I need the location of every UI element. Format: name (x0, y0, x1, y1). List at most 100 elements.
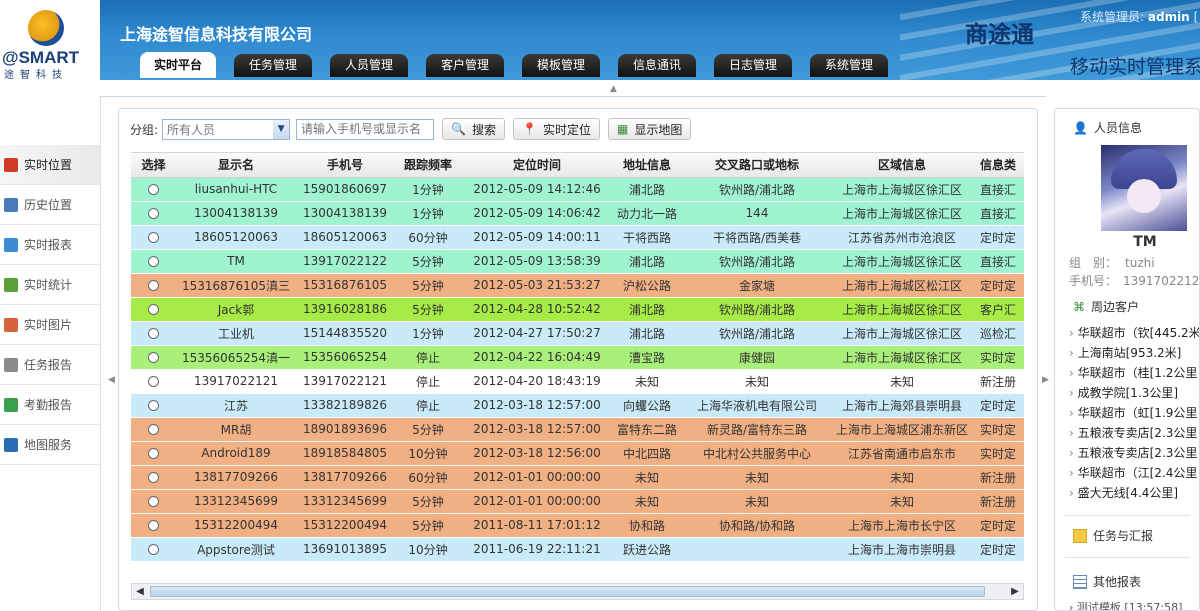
column-header[interactable]: 显示名 (176, 153, 296, 178)
nearby-item-label: 盛大无线[4.4公里] (1077, 486, 1179, 500)
nav-tab[interactable]: 模板管理 (522, 54, 601, 77)
table-row[interactable]: 18605120063 18605120063 60分钟 2012-05-09 14:… (131, 225, 1024, 250)
row-radio[interactable] (148, 304, 159, 315)
search-button-label: 搜索 (472, 122, 497, 137)
column-header[interactable]: 选择 (131, 153, 176, 178)
table-cell: 钦州路/浦北路 (682, 321, 832, 346)
table-cell: 上海市上海市崇明县 (832, 537, 972, 562)
table-cell: 2012-05-09 14:00:11 (462, 225, 612, 250)
table-row[interactable]: 江苏 13382189826 停止 2012-03-18 12:57:00 向蠼公路 上海… (131, 393, 1024, 418)
table-row[interactable]: 13004138139 13004138139 1分钟 2012-05-09 14:0… (131, 201, 1024, 226)
nearby-item[interactable]: › 成教学院[1.3公里] (1069, 383, 1199, 403)
nav-tab[interactable]: 实时平台 (140, 52, 217, 78)
table-cell: 停止 (394, 393, 462, 418)
row-radio[interactable] (148, 280, 159, 291)
column-header[interactable]: 信息类 (972, 153, 1024, 178)
table-cell: 144 (682, 201, 832, 226)
nearby-item[interactable]: › 华联超市（桂[1.2公里 (1069, 363, 1199, 383)
row-radio[interactable] (148, 472, 159, 483)
row-radio[interactable] (148, 544, 159, 555)
show-map-button[interactable]: ▦ 显示地图 (607, 118, 692, 140)
row-radio[interactable] (148, 352, 159, 363)
sidebar-item[interactable]: 实时图片 (0, 305, 100, 345)
table-cell: TM (176, 249, 296, 274)
nearby-item[interactable]: › 上海南站[953.2米] (1069, 343, 1199, 363)
horizontal-scrollbar[interactable]: ◀ ▶ (131, 583, 1024, 600)
table-row[interactable]: 13817709266 13817709266 60分钟 2012-01-01 00:… (131, 465, 1024, 490)
nav-tab[interactable]: 日志管理 (714, 54, 793, 77)
row-radio[interactable] (148, 520, 159, 531)
nearby-item[interactable]: › 五粮液专卖店[2.3公里 (1069, 423, 1199, 443)
row-radio[interactable] (148, 400, 159, 411)
column-header[interactable]: 手机号 (296, 153, 394, 178)
nav-tab[interactable]: 任务管理 (234, 54, 313, 77)
column-header[interactable]: 跟踪频率 (394, 153, 462, 178)
search-input[interactable] (296, 118, 435, 140)
brand-subtitle: 移动实时管理系 (1070, 56, 1200, 78)
tasks-header[interactable]: 任务与汇报 (1073, 527, 1153, 544)
table-cell: 浦北路 (612, 177, 682, 202)
sidebar-item[interactable]: 考勤报告 (0, 385, 100, 425)
row-radio[interactable] (148, 256, 159, 267)
sidebar-item[interactable]: 地图服务 (0, 425, 100, 465)
row-radio[interactable] (148, 448, 159, 459)
chevron-down-icon[interactable]: ▼ (273, 119, 290, 139)
nav-tab[interactable]: 客户管理 (426, 54, 505, 77)
nearby-item[interactable]: › 五粮液专卖店[2.3公里 (1069, 443, 1199, 463)
column-header[interactable]: 定位时间 (462, 153, 612, 178)
row-radio[interactable] (148, 328, 159, 339)
table-row[interactable]: MR胡 18901893696 5分钟 2012-03-18 12:57:00 富特东二… (131, 417, 1024, 442)
group-select[interactable]: 所有人员 ▼ (162, 118, 291, 140)
scroll-right-icon[interactable]: ▶ (1007, 584, 1023, 599)
row-radio[interactable] (148, 184, 159, 195)
table-row[interactable]: 13917022121 13917022121 停止 2012-04-20 18:43… (131, 369, 1024, 394)
nearby-item[interactable]: › 华联超市（钦[445.2米 (1069, 323, 1199, 343)
column-header[interactable]: 地址信息 (612, 153, 682, 178)
collapse-up-icon[interactable]: ▲ (610, 84, 617, 94)
scrollbar-thumb[interactable] (150, 586, 985, 597)
report-item[interactable]: › 测试模板 [13:57:58] (1069, 599, 1182, 610)
table-row[interactable]: 13312345699 13312345699 5分钟 2012-01-01 00:0… (131, 489, 1024, 514)
other-reports-header[interactable]: 其他报表 (1073, 573, 1141, 590)
nearby-item[interactable]: › 盛大无线[4.4公里] (1069, 483, 1199, 503)
row-radio[interactable] (148, 376, 159, 387)
row-radio[interactable] (148, 496, 159, 507)
column-header[interactable]: 交叉路口或地标 (682, 153, 832, 178)
table-row[interactable]: Android189 18918584805 10分钟 2012-03-18 12:5… (131, 441, 1024, 466)
collapse-right-icon[interactable]: ▶ (1042, 375, 1049, 385)
nearby-item[interactable]: › 华联超市（江[2.4公里 (1069, 463, 1199, 483)
chevron-right-icon: › (1069, 366, 1078, 380)
nav-tab[interactable]: 信息通讯 (618, 54, 697, 77)
row-radio[interactable] (148, 232, 159, 243)
table-row[interactable]: Appstore测试 13691013895 10分钟 2011-06-19 22:1… (131, 537, 1024, 562)
table-row[interactable]: TM 13917022122 5分钟 2012-05-09 13:58:39 浦北路 钦州… (131, 249, 1024, 274)
admin-user[interactable]: admin (1148, 10, 1190, 24)
scroll-left-icon[interactable]: ◀ (132, 584, 148, 599)
table-row[interactable]: 15312200494 15312200494 5分钟 2011-08-11 17:0… (131, 513, 1024, 538)
search-button[interactable]: 🔍 搜索 (442, 118, 506, 140)
locate-button[interactable]: 📍 实时定位 (513, 118, 600, 140)
sidebar-item[interactable]: 任务报告 (0, 345, 100, 385)
row-radio[interactable] (148, 208, 159, 219)
table-row[interactable]: Jack郭 13916028186 5分钟 2012-04-28 10:52:42 浦北… (131, 297, 1024, 322)
table-cell: 2012-05-09 14:06:42 (462, 201, 612, 226)
nearby-item[interactable]: › 华联超市（虹[1.9公里 (1069, 403, 1199, 423)
nav-tab[interactable]: 人员管理 (330, 54, 409, 77)
collapse-left-icon[interactable]: ◀ (108, 375, 115, 385)
nearby-item-label: 五粮液专卖店[2.3公里 (1077, 426, 1198, 440)
sidebar-item[interactable]: 实时位置 (0, 145, 100, 185)
row-radio[interactable] (148, 424, 159, 435)
sidebar-item[interactable]: 实时报表 (0, 225, 100, 265)
sidebar-item[interactable]: 历史位置 (0, 185, 100, 225)
table-row[interactable]: 工业机 15144835520 1分钟 2012-04-27 17:50:27 浦北路钦… (131, 321, 1024, 346)
table-cell: 未知 (612, 369, 682, 394)
sidebar-item[interactable]: 实时统计 (0, 265, 100, 305)
table-row[interactable]: 15356065254滇一 15356065254 停止 2012-04-22 16:… (131, 345, 1024, 370)
table-cell: 向蠼公路 (612, 393, 682, 418)
table-row[interactable]: liusanhui-HTC 15901860697 1分钟 2012-05-09 14… (131, 177, 1024, 202)
table-row[interactable]: 15316876105滇三 15316876105 5分钟 2012-05-03 21… (131, 273, 1024, 298)
column-header[interactable]: 区域信息 (832, 153, 972, 178)
table-cell: 上海华液机电有限公司 (682, 393, 832, 418)
table-cell: 13691013895 (296, 537, 394, 562)
nav-tab[interactable]: 系统管理 (810, 54, 889, 77)
